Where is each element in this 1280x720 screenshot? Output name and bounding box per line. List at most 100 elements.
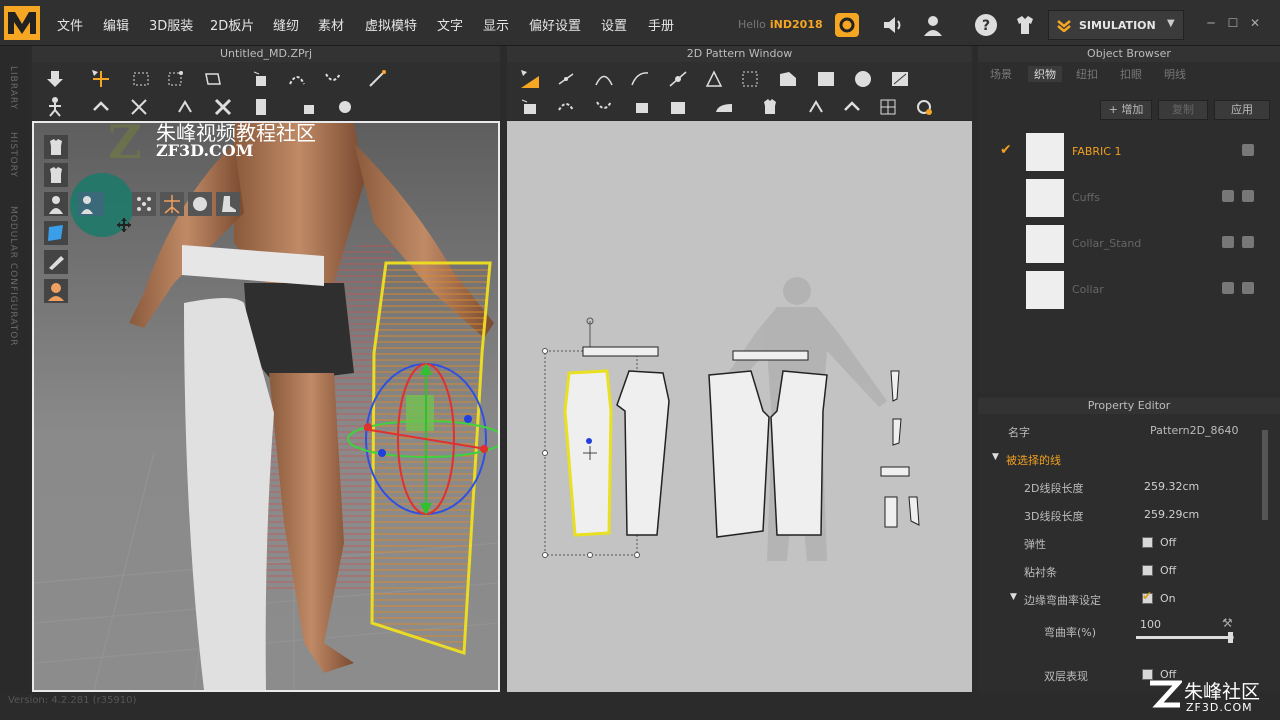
help-icon[interactable]: ?	[973, 12, 999, 38]
tool-internal-polygon-icon[interactable]	[739, 68, 761, 90]
tool-garment-2d-icon[interactable]	[759, 96, 781, 118]
maximize-button[interactable]: ☐	[1226, 16, 1240, 30]
sound-icon[interactable]	[880, 12, 906, 38]
elastic-checkbox[interactable]	[1142, 537, 1153, 548]
shoes-display-icon[interactable]	[216, 192, 240, 216]
tab-buttonhole[interactable]: 扣眼	[1120, 66, 1142, 82]
avatar-display-icon[interactable]	[44, 192, 68, 216]
tape-checkbox[interactable]	[1142, 565, 1153, 576]
tool-pattern-shape-icon[interactable]	[777, 68, 799, 90]
fabric-delete-icon[interactable]	[1222, 190, 1234, 202]
menu-file[interactable]: 文件	[57, 15, 83, 34]
tool-fold-2d-icon[interactable]	[805, 96, 827, 118]
tool-avatar-pose-icon[interactable]	[44, 96, 66, 118]
tool-transform-icon[interactable]	[164, 68, 186, 90]
tool-edit-sewing-icon[interactable]	[322, 68, 344, 90]
apply-fabric-button[interactable]: 应用	[1214, 100, 1270, 120]
tool-button-2d-icon[interactable]	[841, 96, 863, 118]
user-icon[interactable]	[920, 12, 946, 38]
menu-preferences[interactable]: 偏好设置	[529, 15, 581, 34]
tool-garment-icon[interactable]	[250, 96, 272, 118]
connect-icon[interactable]	[834, 12, 860, 38]
prop-section-row[interactable]: ▼ 被选择的线	[978, 446, 1268, 472]
tool-edit-curvature-icon[interactable]	[629, 68, 651, 90]
tool-down-arrow-icon[interactable]	[44, 68, 66, 90]
copy-fabric-button[interactable]: 复制	[1158, 100, 1208, 120]
tool-fold-icon[interactable]	[202, 68, 224, 90]
tool-free-sewing-icon[interactable]	[555, 96, 577, 118]
menu-3d-garment[interactable]: 3D服装	[149, 15, 193, 34]
tool-cross-icon[interactable]	[212, 96, 234, 118]
tool-fold-arrange-icon[interactable]	[174, 96, 196, 118]
tool-tack-2d-icon[interactable]	[667, 96, 689, 118]
joint-display-icon[interactable]	[132, 192, 156, 216]
property-scrollbar[interactable]	[1262, 430, 1268, 520]
avatar-visibility-icon[interactable]	[44, 135, 68, 159]
fabric-item[interactable]: ✔ FABRIC 1	[990, 130, 1268, 174]
tool-sewing-line-icon[interactable]	[286, 68, 308, 90]
tab-topstitch[interactable]: 明线	[1164, 66, 1186, 82]
menu-edit[interactable]: 编辑	[103, 15, 129, 34]
close-button[interactable]: ✕	[1248, 16, 1262, 30]
tool-topstitch-icon[interactable]	[913, 96, 935, 118]
arrangement-point-icon[interactable]	[188, 192, 212, 216]
pattern-layout-2d[interactable]	[507, 121, 972, 692]
view2d-canvas[interactable]	[507, 121, 972, 692]
history-tab[interactable]: HISTORY	[8, 132, 18, 178]
menu-sewing[interactable]: 缝纫	[273, 15, 299, 34]
fabric-item[interactable]: Cuffs	[990, 176, 1268, 220]
avatar-pose-submenu-icon[interactable]	[78, 192, 104, 216]
garment-visibility-icon[interactable]	[44, 163, 68, 187]
menu-manual[interactable]: 手册	[648, 15, 674, 34]
tool-trace-icon[interactable]	[889, 68, 911, 90]
tool-edit-point-icon[interactable]	[555, 68, 577, 90]
texture-display-icon[interactable]	[44, 221, 68, 245]
menu-settings[interactable]: 设置	[601, 15, 627, 34]
tool-tack-icon[interactable]	[128, 96, 150, 118]
tool-edit-pattern-icon[interactable]	[519, 68, 541, 90]
wrench-icon[interactable]: ⚒	[1222, 616, 1233, 630]
tool-grid-icon[interactable]	[877, 96, 899, 118]
tool-circle-icon[interactable]	[852, 68, 874, 90]
view3d-canvas[interactable]: 朱峰视频教程社区 ZF3D.COM Z	[32, 121, 500, 692]
curvature-slider-handle[interactable]	[1228, 632, 1234, 643]
tool-add-point-icon[interactable]	[667, 68, 689, 90]
tab-scene[interactable]: 场景	[990, 66, 1012, 82]
mode-selector[interactable]: SIMULATION ▼	[1048, 10, 1184, 40]
tool-iron-icon[interactable]	[713, 96, 735, 118]
tool-select-box-icon[interactable]	[130, 68, 152, 90]
fabric-download-icon[interactable]	[1242, 236, 1254, 248]
tool-edit-sewing-2d-icon[interactable]	[593, 96, 615, 118]
tool-curve-point-icon[interactable]	[593, 68, 615, 90]
skeleton-display-icon[interactable]	[160, 192, 184, 216]
tool-hand-icon[interactable]	[298, 96, 320, 118]
fabric-delete-icon[interactable]	[1222, 282, 1234, 294]
minimize-button[interactable]: ─	[1204, 16, 1218, 30]
fabric-download-icon[interactable]	[1242, 144, 1254, 156]
subsection-expand-icon[interactable]: ▼	[1010, 592, 1017, 602]
section-expand-icon[interactable]: ▼	[992, 452, 999, 462]
tool-button-icon[interactable]	[334, 96, 356, 118]
tool-polygon-icon[interactable]	[703, 68, 725, 90]
tab-fabric[interactable]: 织物	[1028, 66, 1062, 82]
tool-segment-sewing-icon[interactable]	[519, 96, 541, 118]
prop-name-value[interactable]: Pattern2D_8640	[1150, 424, 1239, 437]
library-tab[interactable]: LIBRARY	[8, 66, 18, 110]
tool-pattern-move-icon[interactable]	[250, 68, 272, 90]
tool-arrange-icon[interactable]	[90, 96, 112, 118]
app-logo-icon[interactable]	[4, 6, 40, 40]
menu-materials[interactable]: 素材	[318, 15, 344, 34]
menu-avatar[interactable]: 虚拟模特	[365, 15, 417, 34]
add-fabric-button[interactable]: + 增加	[1100, 100, 1152, 120]
fabric-delete-icon[interactable]	[1222, 236, 1234, 248]
fabric-render-icon[interactable]	[44, 250, 68, 274]
tab-button[interactable]: 纽扣	[1076, 66, 1098, 82]
tool-check-sewing-icon[interactable]	[631, 96, 653, 118]
menu-text[interactable]: 文字	[437, 15, 463, 34]
prop-value[interactable]: 100	[1140, 618, 1161, 631]
tool-rectangle-icon[interactable]	[815, 68, 837, 90]
curvature-slider-track[interactable]	[1136, 632, 1234, 643]
menu-display[interactable]: 显示	[483, 15, 509, 34]
fabric-download-icon[interactable]	[1242, 190, 1254, 202]
fabric-download-icon[interactable]	[1242, 282, 1254, 294]
